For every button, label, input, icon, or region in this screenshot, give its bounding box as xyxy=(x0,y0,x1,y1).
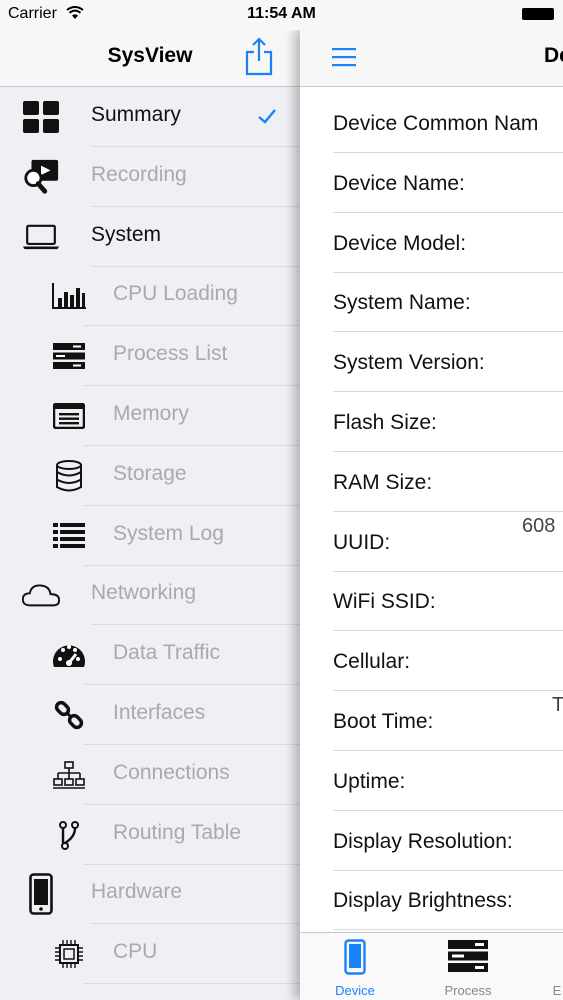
info-row: Device Name: xyxy=(300,153,563,213)
cloud-icon xyxy=(22,576,60,614)
info-key: Device Name: xyxy=(333,171,465,195)
menu-item-label: System Log xyxy=(113,521,224,545)
branch-icon xyxy=(50,816,88,854)
info-key: Display Resolution: xyxy=(333,829,513,853)
server-stack-icon xyxy=(50,337,88,375)
info-row: Display Brightness: xyxy=(300,870,563,931)
device-panel: De Device Common Nam Device Name: Device M… xyxy=(300,30,563,1000)
phone-icon xyxy=(22,873,60,916)
menu-header: SysView xyxy=(0,30,300,87)
info-key: RAM Size: xyxy=(333,470,433,494)
memory-icon xyxy=(50,397,88,435)
info-row: System Name: xyxy=(300,272,563,333)
menu-item-label: Summary xyxy=(91,103,181,126)
grid-icon xyxy=(22,98,60,136)
network-tree-icon xyxy=(50,756,88,794)
bar-chart-icon xyxy=(50,277,88,315)
menu-item-connections[interactable]: Connections xyxy=(0,745,300,805)
hamburger-menu-icon[interactable] xyxy=(332,46,356,68)
share-icon[interactable] xyxy=(244,36,274,76)
tab-bar: Device Process E xyxy=(300,932,563,1000)
info-key: Device Common Nam xyxy=(333,112,539,135)
menu-item-label: Storage xyxy=(113,461,187,485)
info-row: UUID: 608 xyxy=(300,512,563,572)
status-bar: Carrier 11:54 AM xyxy=(0,0,563,30)
panel-title: De xyxy=(544,44,563,67)
menu-item-cpu-loading[interactable]: CPU Loading xyxy=(0,266,300,327)
tab-device[interactable]: Device xyxy=(310,933,400,1000)
checkmark-icon xyxy=(258,109,276,124)
menu-item-hardware[interactable]: Hardware xyxy=(0,864,300,925)
list-icon xyxy=(50,517,88,555)
info-value: 608 xyxy=(522,514,556,537)
menu-item-system[interactable]: System xyxy=(0,207,300,267)
menu-item-interfaces[interactable]: Interfaces xyxy=(0,685,300,745)
info-key: WiFi SSID: xyxy=(333,590,436,614)
menu-item-recording[interactable]: Recording xyxy=(0,147,300,207)
menu-item-process-list[interactable]: Process List xyxy=(0,326,300,387)
menu-item-label: Process List xyxy=(113,342,228,366)
menu-item-system-log[interactable]: System Log xyxy=(0,506,300,566)
info-key: Cellular: xyxy=(333,650,411,674)
menu-item-label: Routing Table xyxy=(113,820,242,844)
menu-item-label: Connections xyxy=(113,760,230,784)
menu-item-label: Memory xyxy=(113,402,189,425)
divider xyxy=(84,983,300,985)
server-stack-icon xyxy=(448,940,488,972)
battery-icon xyxy=(522,8,554,20)
tab-device-label: Device xyxy=(335,983,375,998)
menu-item-networking[interactable]: Networking xyxy=(0,565,300,626)
info-key: Device Model: xyxy=(333,231,467,255)
laptop-icon xyxy=(22,218,60,256)
menu-item-label: Networking xyxy=(91,581,197,605)
info-row: Device Common Nam xyxy=(300,93,563,153)
info-row: Uptime: xyxy=(300,751,563,811)
info-row: WiFi SSID: xyxy=(300,571,563,632)
menu-item-memory[interactable]: Memory xyxy=(0,386,300,446)
menu-item-data-traffic[interactable]: Data Traffic xyxy=(0,625,300,686)
info-row: System Version: xyxy=(300,332,563,393)
tab-process[interactable]: Process xyxy=(423,933,513,1000)
tab-partial-label: E xyxy=(552,983,562,998)
tab-process-label: Process xyxy=(444,983,492,998)
info-row: RAM Size: xyxy=(300,452,563,512)
speedometer-icon xyxy=(50,636,88,674)
info-key: System Version: xyxy=(333,351,485,375)
info-key: UUID: xyxy=(333,530,391,554)
panel-header: De xyxy=(300,30,563,87)
chip-icon xyxy=(50,935,88,973)
info-key: Display Brightness: xyxy=(333,889,513,913)
info-key: System Name: xyxy=(333,291,471,315)
menu-item-routing-table[interactable]: Routing Table xyxy=(0,805,300,865)
info-key: Uptime: xyxy=(333,769,406,793)
menu-item-storage[interactable]: Storage xyxy=(0,446,300,506)
menu-item-label: CPU xyxy=(113,940,158,964)
info-key: Boot Time: xyxy=(333,710,434,733)
menu-item-label: CPU Loading xyxy=(113,282,238,306)
video-search-icon xyxy=(22,158,60,196)
info-row: Device Model: xyxy=(300,213,563,273)
menu-item-cpu[interactable]: CPU xyxy=(0,924,300,985)
menu-item-label: Hardware xyxy=(91,880,183,904)
info-key: Flash Size: xyxy=(333,411,437,434)
info-row: Cellular: xyxy=(300,631,563,692)
menu-item-summary[interactable]: Summary xyxy=(0,87,300,147)
info-row: Display Resolution: xyxy=(300,811,563,871)
link-icon xyxy=(50,696,88,734)
menu-item-label: System xyxy=(91,222,162,246)
info-row: Boot Time: T xyxy=(300,691,563,751)
tab-partial[interactable]: E xyxy=(516,933,563,1000)
menu-item-label: Data Traffic xyxy=(113,641,220,665)
divider xyxy=(333,929,563,931)
menu-item-label: Recording xyxy=(91,162,187,186)
phone-icon xyxy=(344,939,366,975)
clock: 11:54 AM xyxy=(247,5,316,22)
side-menu: SysView Summary Recording System CPU Loadin… xyxy=(0,30,300,1000)
info-row: Flash Size: xyxy=(300,392,563,452)
info-value: T xyxy=(552,694,563,716)
database-icon xyxy=(50,457,88,495)
menu-item-label: Interfaces xyxy=(113,701,206,724)
